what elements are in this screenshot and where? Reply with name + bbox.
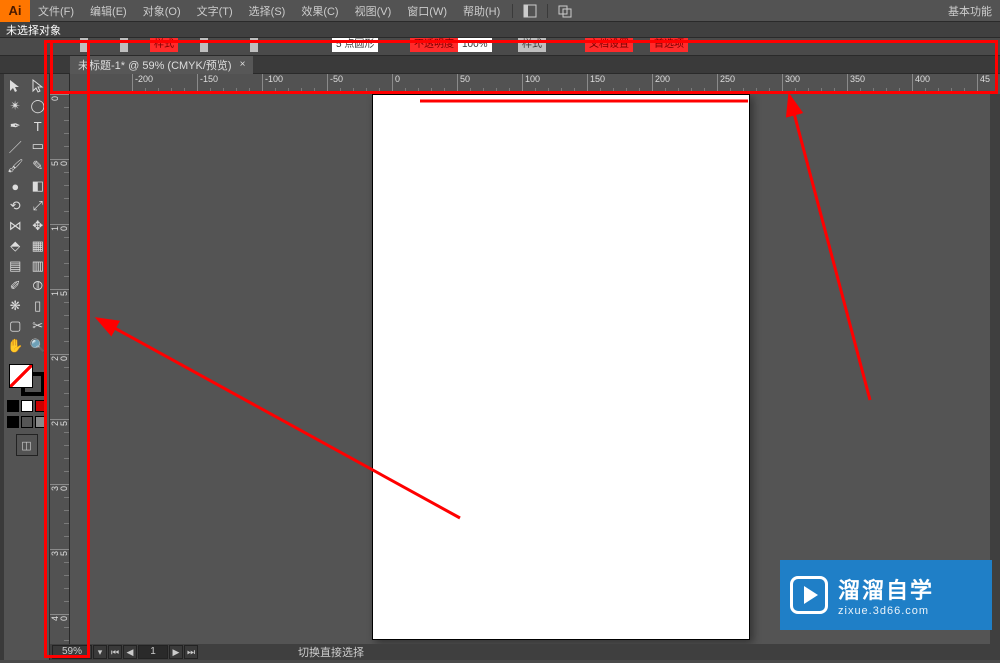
document-tab-label: 未标题-1* @ 59% (CMYK/预览) [78,57,232,73]
direct-selection-tool[interactable] [27,76,50,96]
color-mode-none[interactable] [35,400,47,412]
artboard[interactable] [372,94,750,640]
zoom-tool[interactable]: 🔍 [27,336,50,356]
symbol-sprayer-tool[interactable]: ❋ [4,296,27,316]
layout-icon-1[interactable] [519,2,541,20]
mesh-tool[interactable]: ▤ [4,256,27,276]
width-tool[interactable]: ⋈ [4,216,27,236]
line-tool[interactable]: ／ [4,136,27,156]
perspective-tool[interactable]: ▦ [27,236,50,256]
menu-type[interactable]: 文字(T) [189,0,241,22]
prev-page-icon[interactable]: ◀ [123,645,137,659]
rotate-tool[interactable]: ⟲ [4,196,27,216]
options-chip[interactable]: 文档设置 [585,38,633,52]
options-chip[interactable]: 首选项 [650,38,688,52]
app-icon: Ai [0,0,30,22]
free-transform-tool[interactable]: ✥ [27,216,50,236]
gradient-tool[interactable]: ▥ [27,256,50,276]
fill-stroke-control[interactable] [7,362,47,398]
watermark-url: zixue.3d66.com [838,605,934,617]
ruler-horizontal[interactable] [70,74,990,94]
options-swatch[interactable] [200,38,208,52]
zoom-dropdown-icon[interactable]: ▾ [93,645,107,659]
screen-mode[interactable] [7,416,19,428]
menu-help[interactable]: 帮助(H) [455,0,508,22]
color-mode-solid[interactable] [7,400,19,412]
paintbrush-tool[interactable]: 🖌 [4,156,27,176]
watermark-title: 溜溜自学 [838,573,934,605]
fill-swatch[interactable] [9,364,33,388]
last-page-icon[interactable]: ⏭ [184,645,198,659]
options-chip[interactable]: 样式 [518,38,546,52]
hand-tool[interactable]: ✋ [4,336,27,356]
selection-tool[interactable] [4,76,27,96]
pen-tool[interactable]: ✒ [4,116,27,136]
watermark: 溜溜自学 zixue.3d66.com [780,560,992,630]
lasso-tool[interactable]: ◯ [27,96,50,116]
type-tool[interactable]: T [27,116,50,136]
options-chip[interactable]: 不透明度 [410,38,458,52]
document-tab-strip: 未标题-1* @ 59% (CMYK/预览) × [0,56,1000,74]
graph-tool[interactable]: ▯ [27,296,50,316]
tools-panel: ✴◯ ✒T ／▭ 🖌✎ ●◧ ⟲⤢ ⋈✥ ⬘▦ ▤▥ ✐⦷ ❋▯ ▢✂ ✋🔍 ◫ [4,74,50,660]
first-page-icon[interactable]: ⏮ [108,645,122,659]
options-bar: 样式 5 点圆形 不透明度 100% 样式 文档设置 首选项 [0,38,1000,56]
slice-tool[interactable]: ✂ [27,316,50,336]
ruler-vertical[interactable]: 050100150200250300350400 [50,94,70,644]
options-swatch[interactable] [120,38,128,52]
menu-window[interactable]: 窗口(W) [399,0,455,22]
bottom-bar: 59% ▾ ⏮ ◀ 1 ▶ ⏭ 切换直接选择 [50,644,1000,660]
next-page-icon[interactable]: ▶ [169,645,183,659]
scale-tool[interactable]: ⤢ [27,196,50,216]
screen-mode[interactable] [21,416,33,428]
blob-brush-tool[interactable]: ● [4,176,27,196]
play-icon [790,576,828,614]
artboard-tool[interactable]: ▢ [4,316,27,336]
menu-effect[interactable]: 效果(C) [293,0,346,22]
shape-builder-tool[interactable]: ⬘ [4,236,27,256]
zoom-input[interactable]: 59% [52,645,92,659]
workspace-switcher[interactable]: 基本功能 [940,0,1000,22]
menu-items: 文件(F) 编辑(E) 对象(O) 文字(T) 选择(S) 效果(C) 视图(V… [30,0,508,22]
selection-status-bar: 未选择对象 [0,22,1000,38]
menu-view[interactable]: 视图(V) [347,0,400,22]
document-tab[interactable]: 未标题-1* @ 59% (CMYK/预览) × [70,56,253,74]
no-selection-label: 未选择对象 [6,22,61,38]
options-swatch[interactable] [250,38,258,52]
menu-object[interactable]: 对象(O) [135,0,189,22]
options-chip[interactable]: 样式 [150,38,178,52]
menu-file[interactable]: 文件(F) [30,0,82,22]
magic-wand-tool[interactable]: ✴ [4,96,27,116]
menu-separator [512,4,513,18]
options-chip[interactable]: 5 点圆形 [332,38,378,52]
tool-hint: 切换直接选择 [298,644,364,660]
page-input[interactable]: 1 [138,645,168,659]
menu-edit[interactable]: 编辑(E) [82,0,135,22]
menu-bar: Ai 文件(F) 编辑(E) 对象(O) 文字(T) 选择(S) 效果(C) 视… [0,0,1000,22]
eyedropper-tool[interactable]: ✐ [4,276,27,296]
menu-select[interactable]: 选择(S) [241,0,294,22]
menu-separator [547,4,548,18]
blend-tool[interactable]: ⦷ [27,276,50,296]
ruler-origin[interactable] [50,74,70,94]
close-icon[interactable]: × [240,59,246,70]
color-mode-gradient[interactable] [21,400,33,412]
rectangle-tool[interactable]: ▭ [27,136,50,156]
pencil-tool[interactable]: ✎ [27,156,50,176]
screen-mode[interactable] [35,416,47,428]
options-chip[interactable]: 100% [458,38,492,52]
draw-mode-button[interactable]: ◫ [16,434,38,456]
options-swatch[interactable] [80,38,88,52]
eraser-tool[interactable]: ◧ [27,176,50,196]
arrange-icon[interactable] [554,2,576,20]
